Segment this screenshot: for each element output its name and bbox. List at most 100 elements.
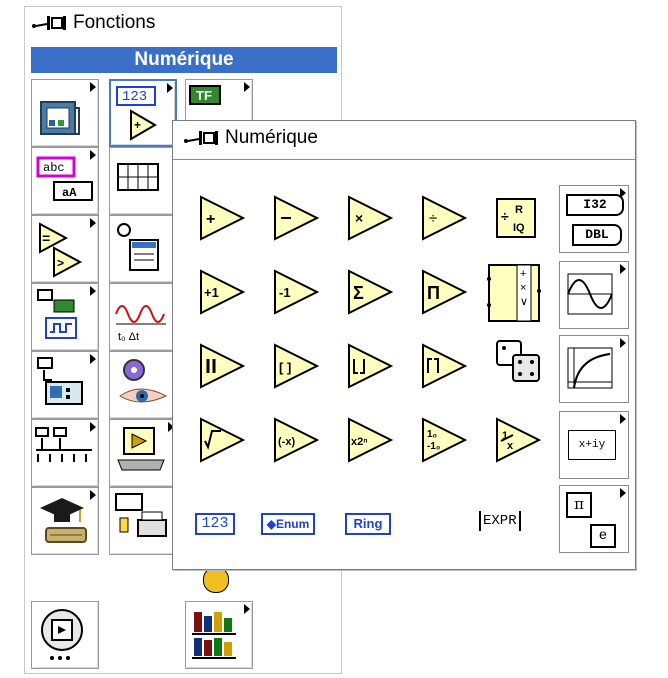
enum-constant-button[interactable]: ◆Enum <box>261 513 315 535</box>
svg-text:+: + <box>134 118 141 132</box>
graduation-cap-icon <box>40 498 87 543</box>
logarithmic-subpalette[interactable] <box>559 335 629 403</box>
select-vi-tile[interactable] <box>185 601 253 669</box>
submenu-arrow-icon <box>90 354 96 364</box>
round-toward-minus-infinity-icon[interactable] <box>345 341 395 391</box>
array-icon <box>117 163 159 191</box>
multiply-array-elements-icon[interactable]: Π <box>419 267 469 317</box>
trigonometric-subpalette[interactable] <box>559 261 629 329</box>
submenu-arrow-icon <box>90 218 96 228</box>
scale-by-power-of-2-icon[interactable]: x2ⁿ <box>345 415 395 465</box>
svg-text:Σ: Σ <box>353 283 364 303</box>
svg-text:aA: aA <box>62 186 77 200</box>
svg-text:=: = <box>42 230 50 246</box>
constants-subpalette[interactable]: π e <box>559 485 629 553</box>
submenu-arrow-icon <box>620 488 626 498</box>
svg-text:(-x): (-x) <box>278 436 295 448</box>
timing-tile[interactable] <box>109 215 177 283</box>
round-to-nearest-icon[interactable]: [ ] <box>271 341 321 391</box>
loop-structure-icon <box>40 101 80 135</box>
pin-icon[interactable] <box>181 128 223 148</box>
array-tile[interactable] <box>109 147 177 215</box>
reciprocal-icon[interactable]: 1 x <box>493 415 543 465</box>
svg-text:×: × <box>355 210 363 226</box>
subtract-icon[interactable] <box>271 193 321 243</box>
fonctions-titlebar[interactable]: Fonctions <box>29 9 155 37</box>
svg-text:1₀: 1₀ <box>427 429 437 440</box>
increment-icon[interactable]: +1 <box>197 267 247 317</box>
svg-text:x2ⁿ: x2ⁿ <box>351 436 368 448</box>
application-control-tile[interactable] <box>109 419 177 487</box>
svg-text:+: + <box>520 268 526 280</box>
i32-label: I32 <box>566 194 624 216</box>
io-tile[interactable] <box>31 283 99 351</box>
connectivity-tile[interactable] <box>31 419 99 487</box>
pi-icon: π <box>566 492 592 518</box>
divide-icon[interactable]: ÷ <box>419 193 469 243</box>
submenu-arrow-icon <box>90 490 96 500</box>
svg-text:t₀ Δt: t₀ Δt <box>118 331 139 343</box>
power-of-10-icon[interactable]: 1₀ -1₀ <box>419 415 469 465</box>
submenu-arrow-icon <box>244 82 250 92</box>
absolute-value-icon[interactable] <box>197 341 247 391</box>
numeric-tile[interactable]: + 123 <box>109 79 177 147</box>
warning-icon <box>203 567 229 593</box>
e-constant-label: e <box>590 524 616 548</box>
comparison-tile[interactable]: = > <box>31 215 99 283</box>
decrement-icon[interactable]: -1 <box>271 267 321 317</box>
svg-text:÷: ÷ <box>501 208 509 224</box>
expression-node-button[interactable]: EXPR <box>479 511 521 531</box>
add-icon[interactable]: + <box>197 193 247 243</box>
report-printer-icon <box>115 493 167 537</box>
string-tile[interactable]: aA abc <box>31 147 99 215</box>
waveform-tile[interactable]: t₀ Δt <box>109 283 177 351</box>
comparison-icon: = > <box>39 222 83 278</box>
tf-label: TF <box>196 88 212 103</box>
sine-wave-icon <box>567 273 613 315</box>
svg-text:IQ: IQ <box>513 222 525 234</box>
svg-text:-1: -1 <box>279 285 291 300</box>
svg-text:+: + <box>206 211 215 228</box>
report-tile[interactable] <box>109 487 177 555</box>
submenu-arrow-icon <box>90 286 96 296</box>
svg-text:>: > <box>57 256 64 270</box>
submenu-arrow-icon <box>620 188 626 198</box>
express-tile[interactable] <box>31 601 99 669</box>
random-number-dice-icon[interactable] <box>493 335 549 391</box>
instrument-tile[interactable] <box>31 351 99 419</box>
svg-text:[ ]: [ ] <box>279 360 291 375</box>
numeric-constant-button[interactable]: 123 <box>195 513 235 535</box>
gears-eye-icon <box>119 359 168 403</box>
title-separator <box>173 159 635 160</box>
add-array-elements-icon[interactable]: Σ <box>345 267 395 317</box>
waveform-icon: t₀ Δt <box>115 305 166 343</box>
negate-icon[interactable]: (-x) <box>271 415 321 465</box>
compound-arithmetic-icon[interactable]: + × ∨ <box>483 261 547 325</box>
connectivity-icon <box>35 427 92 462</box>
quotient-remainder-icon[interactable]: ÷ R IQ <box>491 193 541 243</box>
square-root-icon[interactable] <box>197 415 247 465</box>
log-curve-icon <box>567 347 613 389</box>
svg-text:×: × <box>520 282 526 294</box>
vi-library-icon <box>192 612 236 659</box>
ring-constant-button[interactable]: Ring <box>345 513 391 535</box>
category-header-numerique: Numérique <box>31 47 337 73</box>
structures-tile[interactable] <box>31 79 99 147</box>
multiply-icon[interactable]: × <box>345 193 395 243</box>
submenu-arrow-icon <box>620 414 626 424</box>
submenu-arrow-icon <box>90 150 96 160</box>
advanced-tile[interactable] <box>109 351 177 419</box>
submenu-arrow-icon <box>167 83 173 93</box>
numeric-tile-label: 123 <box>122 89 148 105</box>
complex-subpalette[interactable]: x+iy <box>559 411 629 479</box>
submenu-arrow-icon <box>620 264 626 274</box>
submenu-arrow-icon <box>244 604 250 614</box>
svg-text:x: x <box>507 440 514 452</box>
svg-text:∨: ∨ <box>520 296 528 308</box>
conversion-subpalette[interactable]: I32 DBL <box>559 185 629 253</box>
tutorial-tile[interactable] <box>31 487 99 555</box>
numerique-title: Numérique <box>225 127 318 148</box>
round-toward-plus-infinity-icon[interactable] <box>419 341 469 391</box>
numerique-titlebar[interactable]: Numérique <box>181 127 318 149</box>
pin-icon[interactable] <box>29 13 71 33</box>
